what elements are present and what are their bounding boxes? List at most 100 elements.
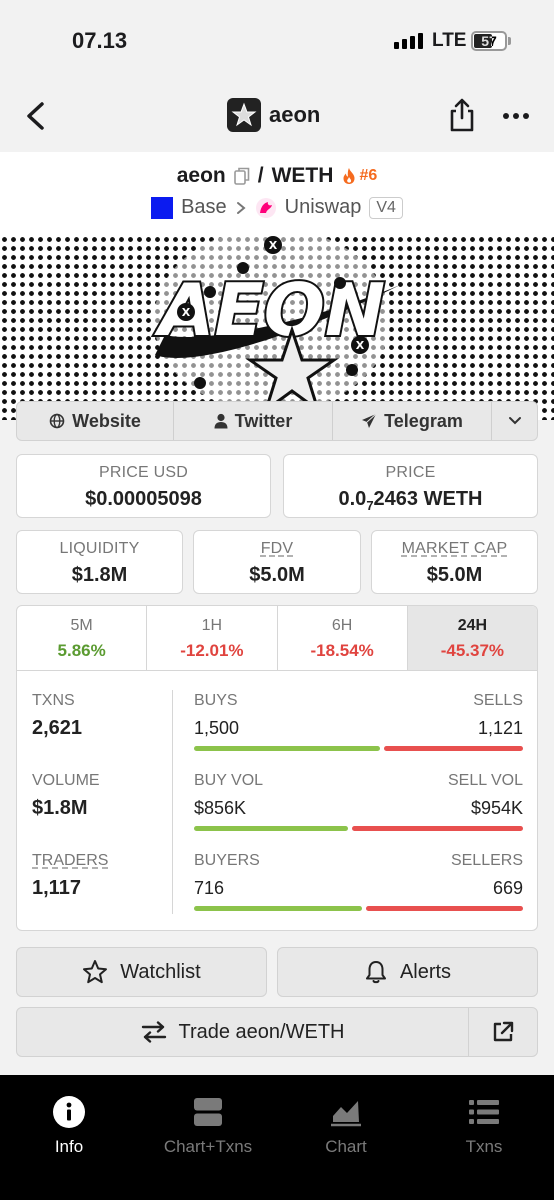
chain-name[interactable]: Base	[181, 196, 227, 219]
buyers-bar-fill	[194, 906, 363, 911]
star-icon	[83, 960, 108, 984]
battery-nub	[508, 37, 511, 45]
trade-button[interactable]: Trade aeon/WETH	[16, 1007, 469, 1057]
timeframe-label: 5M	[70, 617, 93, 634]
txns-stat: TXNS 2,621	[32, 692, 82, 740]
sellers-bar-fill	[366, 906, 523, 911]
trade-label: Trade aeon/WETH	[178, 1020, 345, 1043]
nav-title: aeon	[269, 102, 321, 127]
price-native-card: PRICE 0.072463 WETH	[283, 454, 538, 518]
battery-icon: 57	[471, 31, 507, 51]
liquidity-value: $1.8M	[71, 564, 128, 586]
buys-label: BUYS	[194, 692, 238, 709]
split-view-icon	[191, 1095, 225, 1129]
user-icon	[214, 413, 228, 429]
fdv-card[interactable]: FDV $5.0M	[193, 530, 361, 594]
alerts-label: Alerts	[399, 960, 452, 983]
website-button[interactable]: Website	[17, 402, 174, 440]
telegram-label: Telegram	[384, 410, 463, 431]
tab-6h[interactable]: 6H -18.54%	[278, 606, 408, 670]
external-link-icon	[493, 1021, 514, 1042]
tab-chart[interactable]: Chart	[277, 1095, 415, 1157]
price-change-value: -45.37%	[440, 641, 505, 660]
copy-icon[interactable]	[233, 167, 250, 185]
share-button[interactable]	[446, 96, 478, 134]
sellers-label: SELLERS	[450, 852, 523, 869]
buys-sells-bar	[194, 746, 523, 751]
buyers-value: 716	[194, 878, 225, 898]
buy-vol-value: $856K	[194, 798, 247, 818]
tab-5m[interactable]: 5M 5.86%	[17, 606, 148, 670]
bell-icon	[365, 961, 386, 984]
timeframe-label: 6H	[331, 617, 353, 634]
social-links-bar: Website Twitter Telegram	[16, 401, 538, 441]
tab-chart-txns[interactable]: Chart+Txns	[139, 1095, 277, 1157]
fire-icon	[343, 168, 355, 184]
share-icon	[450, 98, 474, 132]
battery-level: 57	[481, 33, 497, 49]
sells-value: 1,121	[477, 718, 523, 738]
volume-split-stat: BUY VOL SELL VOL $856K $954K	[194, 772, 523, 831]
more-button[interactable]	[500, 106, 532, 126]
status-time: 07.13	[72, 28, 128, 53]
volume-stat: VOLUME $1.8M	[32, 772, 100, 820]
volume-value: $1.8M	[32, 797, 88, 819]
watchlist-label: Watchlist	[120, 960, 201, 983]
sellers-value: 669	[492, 878, 523, 898]
version-badge: V4	[369, 196, 403, 219]
paper-plane-icon	[362, 413, 377, 428]
buy-vol-label: BUY VOL	[194, 772, 264, 789]
traders-stat[interactable]: TRADERS 1,117	[32, 852, 108, 900]
nav-title-group: aeon	[227, 98, 320, 132]
traders-label: TRADERS	[32, 852, 109, 869]
telegram-button[interactable]: Telegram	[333, 402, 492, 440]
chevron-left-icon	[27, 102, 44, 130]
tab-txns[interactable]: Txns	[415, 1095, 553, 1157]
price-usd-card: PRICE USD $0.00005098	[16, 454, 271, 518]
open-external-button[interactable]	[468, 1007, 538, 1057]
alerts-button[interactable]: Alerts	[277, 947, 538, 997]
more-dot-icon	[513, 113, 519, 119]
sell-vol-label: SELL VOL	[447, 772, 523, 789]
trending-rank: #6	[359, 167, 378, 184]
liquidity-card: LIQUIDITY $1.8M	[16, 530, 183, 594]
website-label: Website	[72, 410, 141, 431]
tab-info[interactable]: Info	[0, 1095, 138, 1157]
more-dot-icon	[523, 113, 529, 119]
pair-separator: /	[257, 164, 264, 187]
price-usd-value: $0.00005098	[85, 488, 202, 510]
sells-label: SELLS	[473, 692, 523, 709]
bottom-tab-bar: Info Chart+Txns Chart Txns	[0, 1075, 554, 1200]
price-change-value: -12.01%	[180, 641, 244, 660]
more-links-button[interactable]	[492, 402, 537, 440]
price-change-value: 5.86%	[57, 641, 106, 660]
base-chain-icon	[151, 196, 174, 219]
volume-split-bar	[194, 826, 523, 831]
status-bar: 07.13 LTE 57	[0, 0, 554, 80]
buyers-sellers-stat: BUYERS SELLERS 716 669	[194, 852, 523, 911]
svg-text:X: X	[182, 306, 191, 319]
buyers-sellers-bar	[194, 906, 523, 911]
nav-bar: aeon	[0, 80, 554, 152]
tab-1h[interactable]: 1H -12.01%	[147, 606, 278, 670]
quote-token: WETH	[271, 164, 334, 187]
twitter-button[interactable]: Twitter	[174, 402, 333, 440]
price-native-prefix: 0.0	[338, 488, 367, 510]
trading-stats-panel: 5M 5.86% 1H -12.01% 6H -18.54% 24H -45.3…	[16, 605, 538, 931]
aeon-logo-image: AEON XXX	[152, 235, 400, 414]
fdv-label: FDV	[260, 540, 294, 557]
traders-value: 1,117	[32, 877, 81, 899]
dex-name[interactable]: Uniswap	[285, 196, 362, 219]
buys-value: 1,500	[194, 718, 240, 738]
tab-label: Txns	[465, 1137, 503, 1156]
tab-24h[interactable]: 24H -45.37%	[407, 606, 537, 670]
trending-badge[interactable]: #6	[341, 167, 377, 185]
liquidity-label: LIQUIDITY	[59, 540, 140, 557]
watchlist-button[interactable]: Watchlist	[16, 947, 267, 997]
globe-icon	[49, 413, 65, 429]
price-change-value: -18.54%	[310, 641, 374, 660]
market-cap-card[interactable]: MARKET CAP $5.0M	[371, 530, 538, 594]
chevron-down-icon	[508, 417, 521, 425]
back-button[interactable]	[18, 96, 54, 136]
market-cap-value: $5.0M	[426, 564, 483, 586]
